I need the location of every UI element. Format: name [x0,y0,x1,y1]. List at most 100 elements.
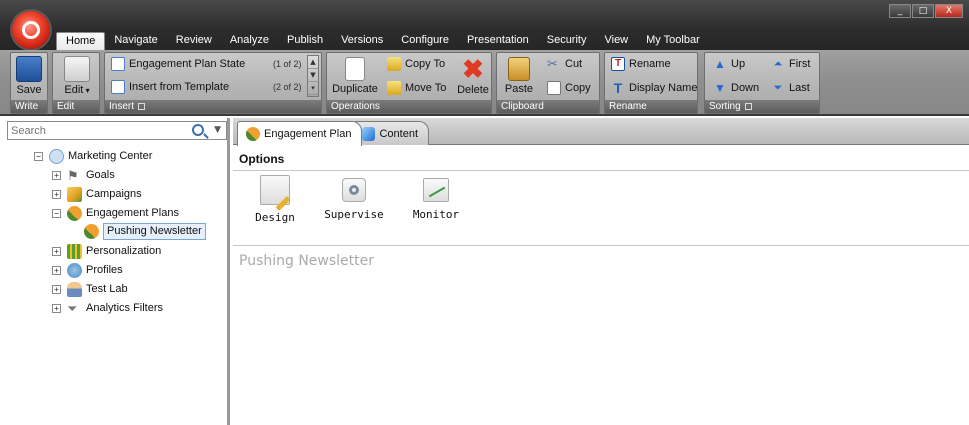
content-icon [362,126,376,141]
tree-item-label: Marketing Center [68,150,153,162]
paste-icon [508,57,530,81]
expand-icon[interactable]: ▾ [308,82,318,95]
save-button[interactable]: Save [15,56,43,96]
tab-security[interactable]: Security [538,32,596,51]
minimize-button[interactable]: _ [889,4,911,18]
expand-icon[interactable]: + [52,170,61,180]
duplicate-button[interactable]: Duplicate [329,57,381,95]
chevron-down-icon[interactable]: ▼ [214,125,221,135]
expand-icon[interactable]: + [52,303,61,313]
dialog-launcher-icon[interactable] [138,102,146,110]
expand-icon[interactable]: + [52,284,61,294]
group-label-clipboard: Clipboard [497,100,599,113]
sort-down-label: Down [731,82,760,94]
rename-icon: T [611,57,625,71]
tree-item-analytics-filters[interactable]: + ⏷ Analytics Filters [52,299,163,317]
move-to-icon [387,81,401,95]
tab-analyze[interactable]: Analyze [221,32,278,51]
delete-button[interactable]: ✖ Delete [455,56,491,96]
search-icon[interactable] [192,124,204,136]
insert-item-label: Insert from Template [129,81,230,93]
tree-item-test-lab[interactable]: + Test Lab [52,280,128,298]
display-name-button[interactable]: T Display Name [611,81,698,95]
group-label-sorting-text: Sorting [709,101,741,112]
arrow-down-icon: ▼ [714,81,726,95]
arrow-up-icon: ▲ [714,57,726,71]
personalization-icon [67,243,82,259]
sort-last-button[interactable]: ⏷ Last [771,81,810,95]
tab-engagement-plan[interactable]: Engagement Plan [237,121,363,146]
tab-review[interactable]: Review [167,32,221,51]
tab-home[interactable]: Home [56,32,106,51]
cut-button[interactable]: ✂ Cut [547,57,582,71]
tab-publish[interactable]: Publish [278,32,332,51]
tab-configure[interactable]: Configure [392,32,458,51]
tab-content[interactable]: Content [353,121,429,145]
sort-up-button[interactable]: ▲ Up [713,57,745,71]
tab-versions[interactable]: Versions [332,32,392,51]
tree-item-profiles[interactable]: + Profiles [52,261,123,279]
duplicate-icon [345,57,365,81]
tree-item-pushing-newsletter[interactable]: Pushing Newsletter [84,222,206,240]
group-operations: Duplicate Copy To Move To ✖ Delete Opera… [326,52,492,114]
edit-label: Edit [64,84,84,96]
dialog-launcher-icon[interactable] [744,102,752,110]
tree-item-personalization[interactable]: + Personalization [52,242,161,260]
filter-icon: ⏷ [67,300,78,316]
scroll-up-icon[interactable]: ▲ [308,56,318,69]
paste-button[interactable]: Paste [501,57,537,95]
maximize-button[interactable]: □ [912,4,934,18]
supervise-button[interactable]: Supervise [323,175,385,221]
tab-view[interactable]: View [595,32,637,51]
tree-item-marketing-center[interactable]: − Marketing Center [34,147,152,165]
sort-up-label: Up [731,58,746,70]
divider [233,245,969,246]
tree-item-label: Campaigns [86,188,142,200]
group-label-rename: Rename [605,100,697,113]
divider [233,170,969,171]
insert-engagement-plan-state[interactable]: Engagement Plan State [111,57,245,71]
ribbon-tabs: Home Navigate Review Analyze Publish Ver… [56,32,709,51]
design-button[interactable]: Design [255,175,295,224]
insert-from-template[interactable]: Insert from Template [111,80,229,94]
monitor-button[interactable]: Monitor [411,175,461,221]
sort-first-button[interactable]: ⏶ First [771,57,811,71]
group-label-insert: Insert [105,100,321,113]
copy-to-button[interactable]: Copy To [387,57,445,71]
tab-presentation[interactable]: Presentation [458,32,538,51]
test-lab-icon [67,281,82,297]
scroll-down-icon[interactable]: ▼ [308,69,318,82]
tree-item-campaigns[interactable]: + Campaigns [52,185,142,203]
tree-item-label: Profiles [86,264,123,276]
application-menu-button[interactable] [12,11,50,49]
expand-icon[interactable]: + [52,246,61,256]
insert-scroll[interactable]: ▲ ▼ ▾ [307,55,319,97]
group-label-sorting: Sorting [705,100,819,113]
close-button[interactable]: X [935,4,963,18]
tab-navigate[interactable]: Navigate [105,32,166,51]
chevron-down-icon: ▾ [83,86,90,95]
insert-item-label: Engagement Plan State [129,58,246,70]
rename-button[interactable]: T Rename [611,57,671,71]
item-title: Pushing Newsletter [239,253,375,269]
group-write: Save Write [10,52,48,114]
group-clipboard: Paste ✂ Cut Copy Clipboard [496,52,600,114]
tab-label: Content [379,127,418,140]
tree-item-engagement-plans[interactable]: − Engagement Plans [52,204,179,222]
sort-down-button[interactable]: ▼ Down [713,81,759,95]
group-insert: Engagement Plan State (1 of 2) Insert fr… [104,52,322,114]
collapse-icon[interactable]: − [52,208,61,218]
tab-my-toolbar[interactable]: My Toolbar [637,32,709,51]
tree-item-label: Goals [86,169,115,181]
expand-icon[interactable]: + [52,265,61,275]
expand-icon[interactable]: + [52,189,61,199]
copy-button[interactable]: Copy [547,81,591,95]
edit-button[interactable]: Edit ▾ [61,56,93,96]
tree-item-label: Test Lab [86,283,128,295]
collapse-icon[interactable]: − [34,151,43,161]
move-to-button[interactable]: Move To [387,81,446,95]
edit-icon [64,56,90,82]
search-input[interactable] [8,122,178,139]
display-name-label: Display Name [629,82,698,94]
tree-item-goals[interactable]: + ⚑ Goals [52,166,115,184]
